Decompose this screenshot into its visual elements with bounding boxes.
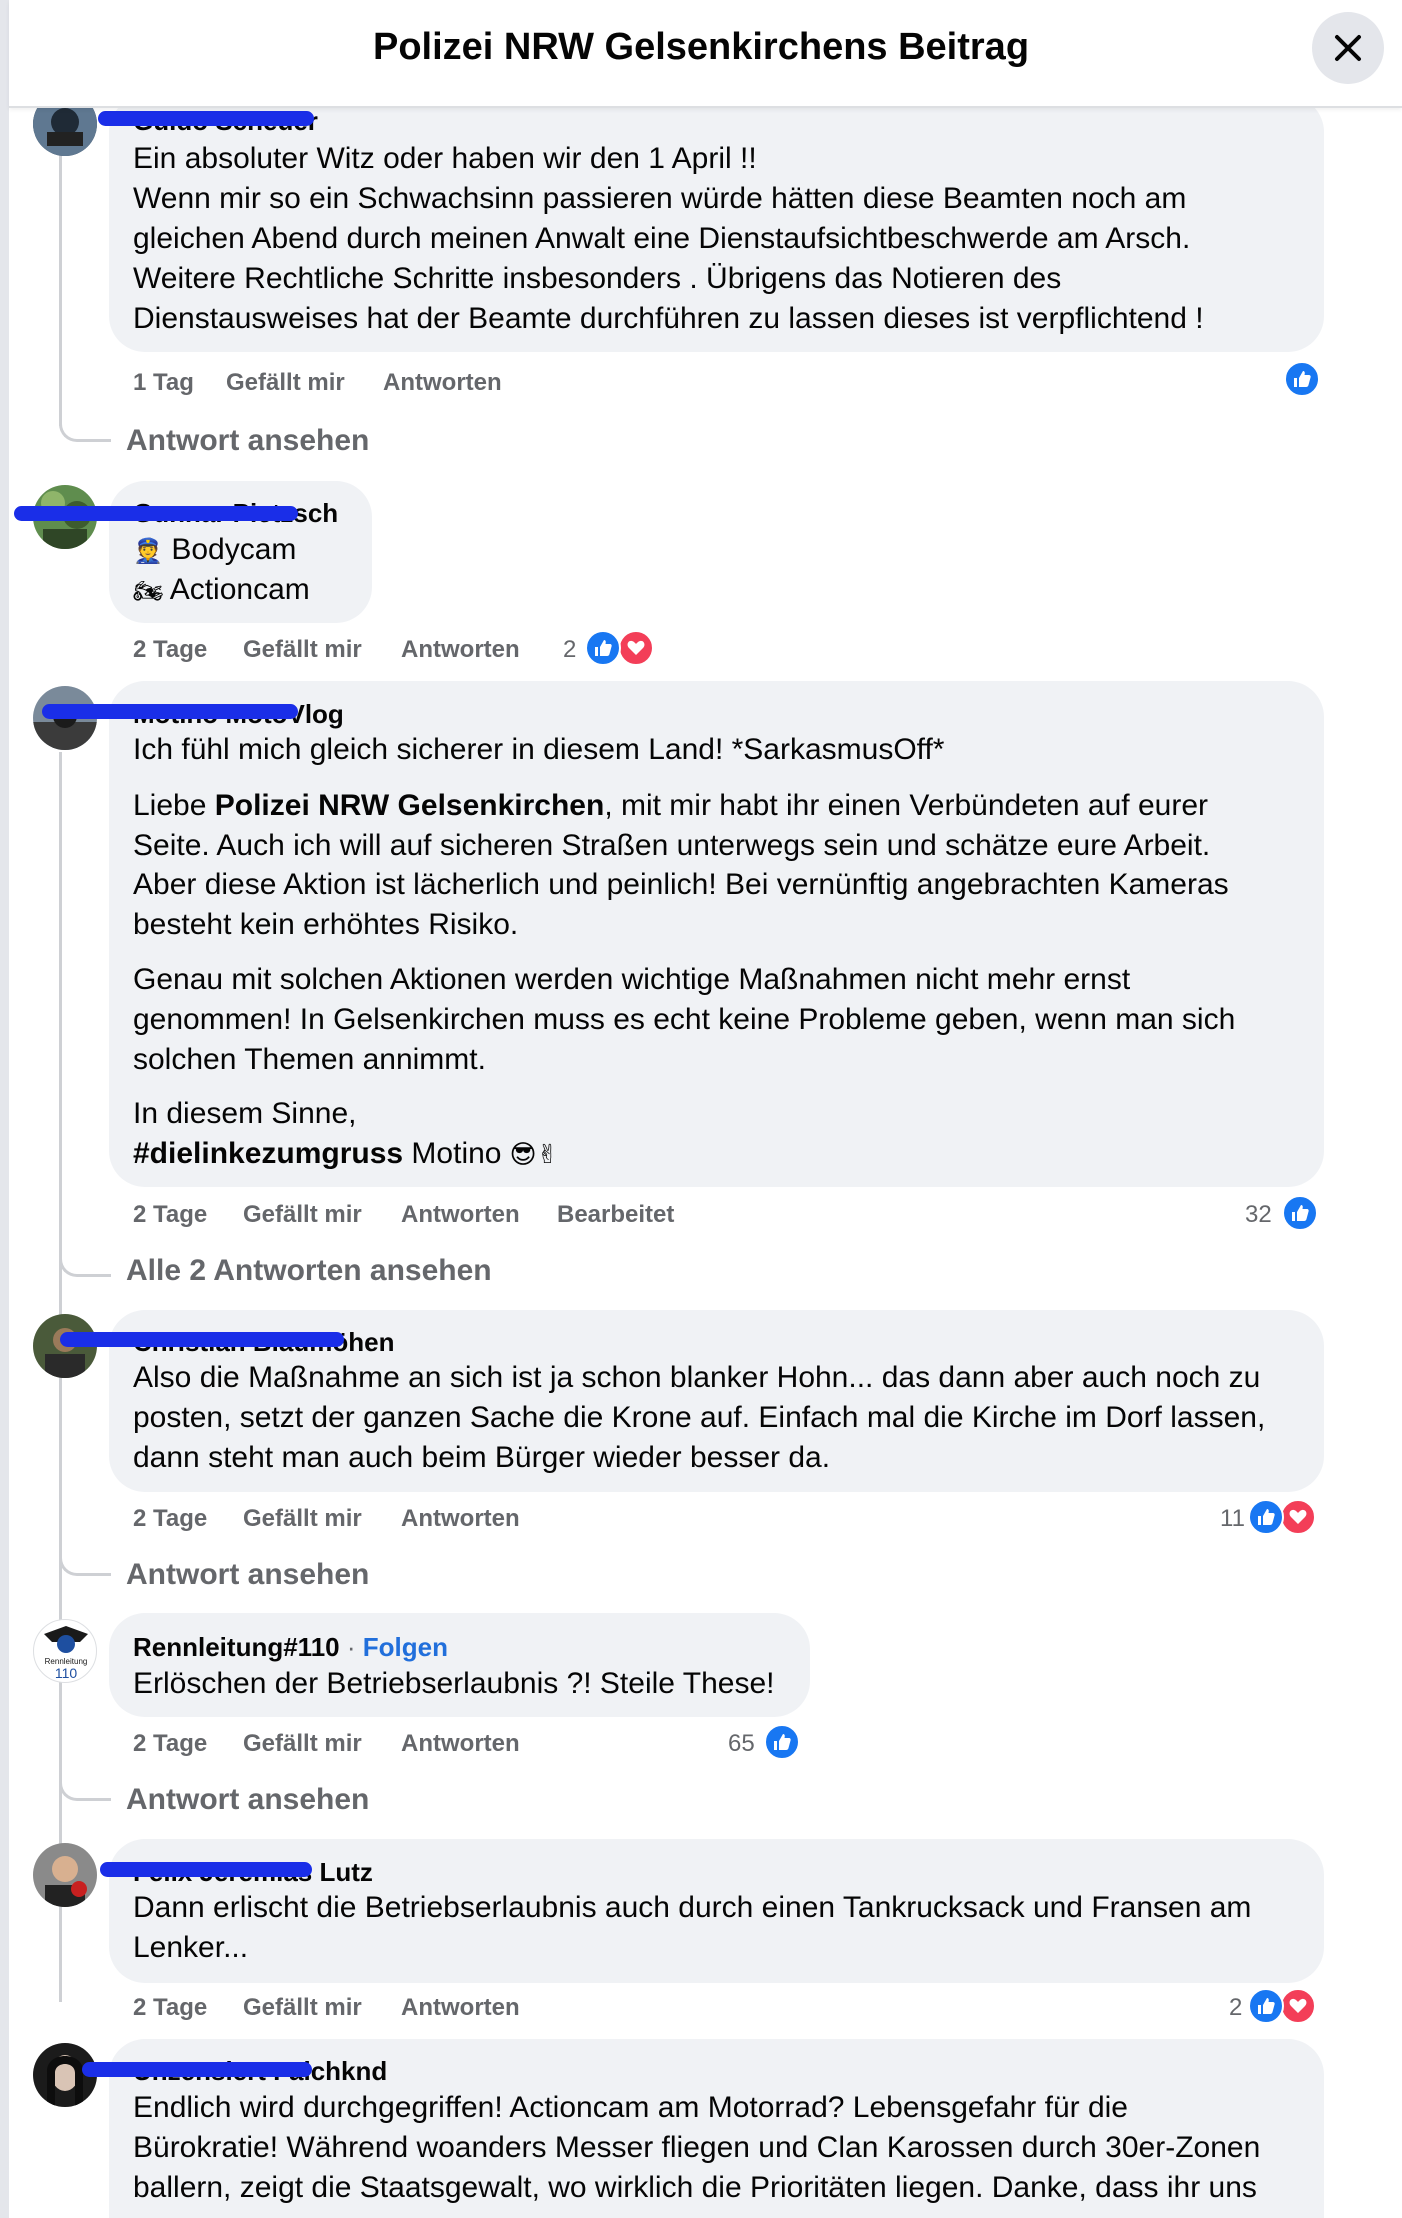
comment-text: Wenn mir so ein Schwachsinn passieren wü… xyxy=(133,182,1187,215)
comment-time[interactable]: 2 Tage xyxy=(133,1201,207,1229)
victory-hand-emoji: ✌ xyxy=(536,1139,559,1169)
reaction-count[interactable]: 11 xyxy=(1220,1505,1245,1533)
thread-curve xyxy=(59,1775,111,1801)
love-reaction-icon[interactable] xyxy=(1280,1499,1316,1535)
comment-text: Aber diese Aktion ist lächerlich und pei… xyxy=(133,868,1229,901)
thread-curve xyxy=(59,416,111,442)
comment-text: solchen Themen annimmt. xyxy=(133,1043,486,1076)
comment-text: Also die Maßnahme an sich ist ja schon b… xyxy=(133,1361,1261,1394)
thread-curve xyxy=(59,1550,111,1576)
police-officer-emoji: 👮 xyxy=(133,538,163,565)
comment-time[interactable]: 2 Tage xyxy=(133,1994,207,2022)
reaction-count[interactable]: 2 xyxy=(1229,1994,1242,2022)
comment-text: genommen! In Gelsenkirchen muss es echt … xyxy=(133,1003,1236,1036)
left-edge xyxy=(0,0,9,2218)
like-button[interactable]: Gefällt mir xyxy=(243,1994,362,2022)
reaction-count[interactable]: 2 xyxy=(563,636,576,664)
hashtag-link[interactable]: #dielinkezumgruss xyxy=(133,1137,403,1170)
sunglasses-emoji: 😎 xyxy=(509,1139,537,1169)
comment-author[interactable]: Rennleitung#110 · Folgen xyxy=(133,1632,448,1663)
comment-text: ballern, zeigt die Staatsgewalt, wo wirk… xyxy=(133,2171,1257,2204)
follow-button[interactable]: Folgen xyxy=(363,1632,448,1662)
reply-button[interactable]: Antworten xyxy=(401,636,520,664)
dialog-header: Polizei NRW Gelsenkirchens Beitrag xyxy=(9,0,1402,108)
comment-text: besteht kein erhöhtes Risiko. xyxy=(133,908,519,941)
avatar[interactable] xyxy=(33,1843,97,1907)
like-button[interactable]: Gefällt mir xyxy=(243,1201,362,1229)
comment-text: 🏍 Actioncam xyxy=(133,570,310,612)
reply-button[interactable]: Antworten xyxy=(401,1505,520,1533)
dialog-title: Polizei NRW Gelsenkirchens Beitrag xyxy=(372,26,1030,68)
comment-text: #dielinkezumgruss Motino 😎✌ xyxy=(133,1137,559,1170)
view-replies-link[interactable]: Antwort ansehen xyxy=(126,1783,369,1817)
comment-time[interactable]: 2 Tage xyxy=(133,636,207,664)
page-mention-link[interactable]: Polizei NRW Gelsenkirchen xyxy=(215,789,605,822)
redaction-mark xyxy=(82,2062,312,2077)
thread-line xyxy=(59,136,62,426)
redaction-mark xyxy=(42,704,298,719)
redaction-mark xyxy=(60,1332,344,1347)
close-button[interactable] xyxy=(1312,12,1384,84)
like-reaction-icon[interactable] xyxy=(1284,361,1320,397)
comment-text: Seite. Auch ich will auf sicheren Straße… xyxy=(133,829,1211,862)
comment-time[interactable]: 2 Tage xyxy=(133,1505,207,1533)
comment-text: Weitere Rechtliche Schritte insbesonders… xyxy=(133,262,1062,295)
comment-text: Ich fühl mich gleich sicherer in diesem … xyxy=(133,733,945,766)
comment-text: 👮 Bodycam xyxy=(133,530,296,572)
comment-text: Bürokratie! Während woanders Messer flie… xyxy=(133,2131,1261,2164)
comment-time[interactable]: 1 Tag xyxy=(133,369,194,397)
comment-text: dann steht man auch beim Bürger wieder b… xyxy=(133,1441,831,1474)
like-reaction-icon[interactable] xyxy=(1248,1988,1284,2024)
reply-button[interactable]: Antworten xyxy=(401,1994,520,2022)
like-reaction-icon[interactable] xyxy=(1282,1195,1318,1231)
love-reaction-icon[interactable] xyxy=(1280,1988,1316,2024)
like-reaction-icon[interactable] xyxy=(764,1724,800,1760)
reaction-count[interactable]: 65 xyxy=(728,1730,755,1758)
like-button[interactable]: Gefällt mir xyxy=(226,369,345,397)
view-replies-link[interactable]: Alle 2 Antworten ansehen xyxy=(126,1254,492,1288)
view-replies-link[interactable]: Antwort ansehen xyxy=(126,1558,369,1592)
comment-text: gleichen Abend durch meinen Anwalt eine … xyxy=(133,222,1191,255)
like-button[interactable]: Gefällt mir xyxy=(243,636,362,664)
like-button[interactable]: Gefällt mir xyxy=(243,1730,362,1758)
avatar[interactable]: Rennleitung 110 xyxy=(33,1619,97,1683)
comment-text: Ein absoluter Witz oder haben wir den 1 … xyxy=(133,142,757,175)
comment-text: In diesem Sinne, xyxy=(133,1097,357,1130)
view-replies-link[interactable]: Antwort ansehen xyxy=(126,424,369,458)
love-reaction-icon[interactable] xyxy=(618,630,654,666)
comment-text: Dann erlischt die Betriebserlaubnis auch… xyxy=(133,1891,1252,1924)
redaction-mark xyxy=(14,506,298,521)
thread-curve xyxy=(59,1251,111,1277)
reply-button[interactable]: Antworten xyxy=(383,369,502,397)
reaction-count[interactable]: 32 xyxy=(1245,1201,1272,1229)
comment-text: Lenker... xyxy=(133,1931,249,1964)
close-icon xyxy=(1335,35,1361,61)
comment-text: Endlich wird durchgegriffen! Actioncam a… xyxy=(133,2091,1128,2124)
edited-label: Bearbeitet xyxy=(557,1201,675,1228)
motorcycle-emoji: 🏍 xyxy=(133,578,164,605)
like-reaction-icon[interactable] xyxy=(585,630,621,666)
reply-button[interactable]: Antworten xyxy=(401,1201,520,1229)
redaction-mark xyxy=(100,1862,312,1877)
like-reaction-icon[interactable] xyxy=(1248,1499,1284,1535)
comment-text: Erlöschen der Betriebserlaubnis ?! Steil… xyxy=(133,1667,775,1700)
comment-time[interactable]: 2 Tage xyxy=(133,1730,207,1758)
avatar-number: 110 xyxy=(55,1665,78,1681)
reply-button[interactable]: Antworten xyxy=(401,1730,520,1758)
like-button[interactable]: Gefällt mir xyxy=(243,1505,362,1533)
comment-text: Genau mit solchen Aktionen werden wichti… xyxy=(133,963,1131,996)
redaction-mark xyxy=(98,111,314,126)
comment-text: posten, setzt der ganzen Sache die Krone… xyxy=(133,1401,1266,1434)
comment-text: Liebe Polizei NRW Gelsenkirchen, mit mir… xyxy=(133,789,1208,822)
comment-text: Dienstausweises hat der Beamte durchführ… xyxy=(133,302,1204,335)
